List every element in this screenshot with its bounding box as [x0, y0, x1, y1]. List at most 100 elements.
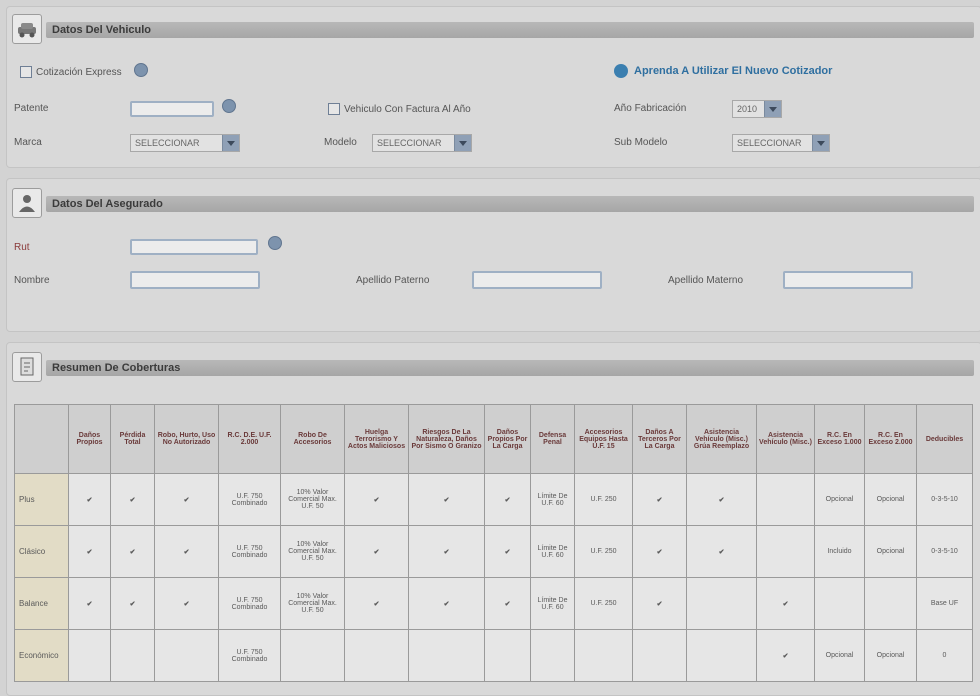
check-icon: ✔ — [756, 577, 815, 630]
column-header: Daños Propios — [68, 404, 111, 474]
table-header-row: Daños Propios Pérdida Total Robo, Hurto,… — [14, 404, 973, 474]
marca-value: SELECCIONAR — [135, 138, 200, 148]
chevron-down-icon[interactable] — [222, 135, 239, 151]
column-header: Asistencia Vehículo (Misc.) Grúa Reempla… — [686, 404, 757, 474]
column-header: R.C. En Exceso 1.000 — [814, 404, 865, 474]
info-icon[interactable] — [222, 99, 236, 113]
table-row[interactable]: Clásico ✔ ✔ ✔ U.F. 750 Combinado 10% Valor Co… — [14, 525, 973, 578]
check-icon: ✔ — [408, 525, 485, 578]
check-icon: ✔ — [344, 473, 409, 526]
rut-input[interactable] — [130, 239, 258, 255]
vehicle-section-header: Datos Del Vehiculo — [12, 14, 974, 46]
check-icon: ✔ — [756, 629, 815, 682]
submodelo-select[interactable]: SELECCIONAR — [732, 134, 830, 152]
section-title-bar — [46, 360, 974, 376]
column-header: Asistencia Vehículo (Misc.) — [756, 404, 815, 474]
column-header — [14, 404, 69, 474]
coverage-section-header: Resumen De Coberturas — [12, 352, 974, 384]
table-cell — [814, 577, 865, 630]
anio-value: 2010 — [737, 104, 758, 114]
apellido-paterno-input[interactable] — [472, 271, 602, 289]
plan-name: Balance — [14, 577, 69, 630]
column-header: Robo, Hurto, Uso No Autorizado — [154, 404, 219, 474]
chevron-down-icon[interactable] — [454, 135, 471, 151]
column-header: Defensa Penal — [530, 404, 575, 474]
check-icon: ✔ — [484, 473, 531, 526]
table-cell: Opcional — [864, 525, 917, 578]
table-cell: U.F. 250 — [574, 473, 633, 526]
section-title: Datos Del Vehiculo — [52, 24, 152, 36]
column-header: Accesorios Equipos Hasta U.F. 15 — [574, 404, 633, 474]
check-icon: ✔ — [68, 473, 111, 526]
apellido-materno-input[interactable] — [783, 271, 913, 289]
check-icon: ✔ — [110, 473, 155, 526]
table-cell: 0-3-5-10 — [916, 473, 973, 526]
table-row[interactable]: Económico U.F. 750 Combinado ✔ Opcional Opci… — [14, 629, 973, 682]
plan-name: Plus — [14, 473, 69, 526]
car-icon — [12, 14, 42, 44]
table-cell: Límite De U.F. 60 — [530, 577, 575, 630]
table-cell — [574, 629, 633, 682]
table-cell — [280, 629, 345, 682]
table-cell: U.F. 250 — [574, 525, 633, 578]
table-row[interactable]: Plus ✔ ✔ ✔ U.F. 750 Combinado 10% Valor Comer… — [14, 473, 973, 526]
column-header: Riesgos De La Naturaleza, Daños Por Sism… — [408, 404, 485, 474]
column-header: R.C. En Exceso 2.000 — [864, 404, 917, 474]
plan-name: Clásico — [14, 525, 69, 578]
patente-label: Patente — [14, 103, 49, 114]
table-cell: Opcional — [814, 629, 865, 682]
info-icon[interactable] — [268, 236, 282, 250]
table-cell: Base UF — [916, 577, 973, 630]
column-header: R.C. D.E. U.F. 2.000 — [218, 404, 281, 474]
check-icon: ✔ — [408, 473, 485, 526]
table-cell: 10% Valor Comercial Max. U.F. 50 — [280, 577, 345, 630]
table-cell — [68, 629, 111, 682]
table-cell: 10% Valor Comercial Max. U.F. 50 — [280, 473, 345, 526]
table-cell — [408, 629, 485, 682]
table-cell: U.F. 750 Combinado — [218, 525, 281, 578]
table-cell: U.F. 750 Combinado — [218, 577, 281, 630]
check-icon: ✔ — [686, 473, 757, 526]
coverage-table: Daños Propios Pérdida Total Robo, Hurto,… — [14, 404, 973, 682]
document-icon — [12, 352, 42, 382]
modelo-select[interactable]: SELECCIONAR — [372, 134, 472, 152]
table-cell — [632, 629, 687, 682]
person-icon — [12, 188, 42, 218]
column-header: Deducibles — [916, 404, 973, 474]
factura-checkbox[interactable] — [328, 103, 340, 115]
table-row[interactable]: Balance ✔ ✔ ✔ U.F. 750 Combinado 10% Valor Co… — [14, 577, 973, 630]
help-icon[interactable] — [614, 64, 628, 78]
help-link[interactable]: Aprenda A Utilizar El Nuevo Cotizador — [634, 65, 832, 77]
nombre-input[interactable] — [130, 271, 260, 289]
chevron-down-icon[interactable] — [812, 135, 829, 151]
chevron-down-icon[interactable] — [764, 101, 781, 117]
marca-label: Marca — [14, 137, 42, 148]
check-icon: ✔ — [632, 525, 687, 578]
marca-select[interactable]: SELECCIONAR — [130, 134, 240, 152]
apellido-paterno-label: Apellido Paterno — [356, 275, 430, 286]
info-icon[interactable] — [134, 63, 148, 77]
table-cell — [154, 629, 219, 682]
column-header: Robo De Accesorios — [280, 404, 345, 474]
table-cell: Incluido — [814, 525, 865, 578]
check-icon: ✔ — [154, 473, 219, 526]
check-icon: ✔ — [484, 525, 531, 578]
patente-input[interactable] — [130, 101, 214, 117]
section-title: Datos Del Asegurado — [52, 198, 163, 210]
anio-select[interactable]: 2010 — [732, 100, 782, 118]
table-cell: 0 — [916, 629, 973, 682]
column-header: Pérdida Total — [110, 404, 155, 474]
express-quote-checkbox[interactable] — [20, 66, 32, 78]
anio-label: Año Fabricación — [614, 103, 687, 114]
factura-label: Vehiculo Con Factura Al Año — [344, 104, 471, 115]
check-icon: ✔ — [68, 577, 111, 630]
coverage-table-body: Plus ✔ ✔ ✔ U.F. 750 Combinado 10% Valor Comer… — [14, 473, 973, 682]
check-icon: ✔ — [154, 577, 219, 630]
table-cell: U.F. 750 Combinado — [218, 629, 281, 682]
table-cell: Límite De U.F. 60 — [530, 525, 575, 578]
table-cell: U.F. 250 — [574, 577, 633, 630]
column-header: Huelga Terrorismo Y Actos Maliciosos — [344, 404, 409, 474]
table-cell: 10% Valor Comercial Max. U.F. 50 — [280, 525, 345, 578]
table-cell — [864, 577, 917, 630]
section-title-bar — [46, 22, 974, 38]
